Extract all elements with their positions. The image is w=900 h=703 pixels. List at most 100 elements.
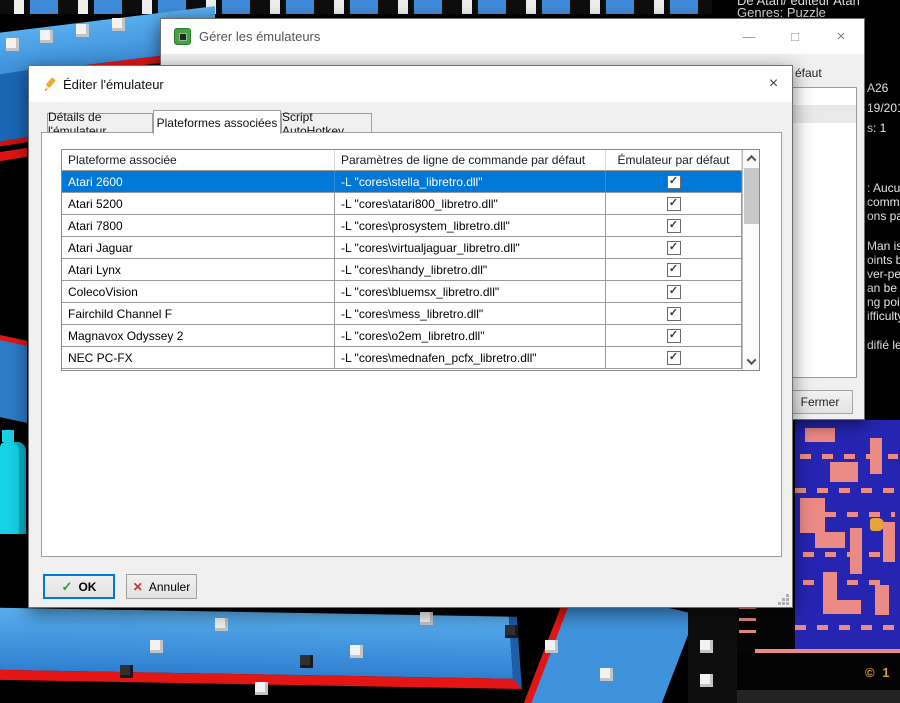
- ok-button[interactable]: ✓ OK: [43, 574, 115, 599]
- default-emulator-cell: ✓: [606, 281, 742, 302]
- column-header-command[interactable]: Paramètres de ligne de commande par défa…: [335, 150, 606, 171]
- info-fragment: ver-pell: [867, 267, 900, 281]
- cancel-button-label: Annuler: [148, 579, 191, 594]
- default-emulator-checkbox[interactable]: ✓: [666, 328, 681, 343]
- column-header-platform[interactable]: Plateforme associée: [62, 150, 335, 171]
- default-emulator-checkbox[interactable]: ✓: [666, 174, 681, 189]
- ghost-sprite: [2, 430, 14, 442]
- chip-icon: [174, 28, 191, 45]
- tab-plateformes-associees[interactable]: Plateformes associées: [153, 110, 281, 134]
- checkmark-icon: ✓: [668, 307, 679, 319]
- fermer-button[interactable]: Fermer: [787, 390, 853, 414]
- maximize-button[interactable]: □: [773, 19, 817, 54]
- info-fragment: an be e: [867, 281, 900, 295]
- maze-field: [795, 420, 900, 649]
- info-fragment: : Aucu: [867, 181, 900, 195]
- ok-button-label: OK: [78, 579, 97, 594]
- checkmark-icon: ✓: [668, 241, 679, 253]
- tab-details-emulateur[interactable]: Détails de l'émulateur: [47, 110, 153, 138]
- command-cell: -L "cores\prosystem_libretro.dll": [335, 215, 606, 236]
- pellet-cube: [76, 24, 89, 37]
- info-fragment: ons par: [867, 209, 900, 223]
- editor-dialog-titlebar[interactable]: Éditer l'émulateur ×: [29, 66, 792, 102]
- checkmark-icon: ✓: [668, 285, 679, 297]
- default-emulator-checkbox[interactable]: ✓: [666, 196, 681, 211]
- info-fragment: comm: [867, 195, 900, 209]
- platform-cell: Atari 5200: [62, 193, 335, 214]
- info-fragment: s: 1: [867, 121, 887, 135]
- info-fragment: A26: [867, 81, 889, 95]
- voxel-block: [688, 600, 740, 703]
- column-header-fragment: éfaut: [795, 66, 822, 80]
- manager-titlebar[interactable]: Gérer les émulateurs — □ ×: [161, 19, 864, 54]
- resize-grip[interactable]: [778, 594, 790, 606]
- info-fragment: difié le: [867, 338, 900, 352]
- platform-cell: Fairchild Channel F: [62, 303, 335, 324]
- pellet-cube: [255, 682, 268, 695]
- editor-dialog-title: Éditer l'émulateur: [63, 77, 164, 92]
- table-row[interactable]: NEC PC-FX -L "cores\mednafen_pcfx_libret…: [62, 347, 742, 369]
- info-fragment: 19/201: [867, 101, 900, 115]
- checkmark-icon: ✓: [668, 329, 679, 341]
- checkmark-icon: ✓: [668, 351, 679, 363]
- pellet-cube: [300, 655, 313, 668]
- cancel-button[interactable]: ✕ Annuler: [126, 574, 197, 599]
- minimize-button[interactable]: —: [727, 19, 771, 54]
- scroll-down-button[interactable]: [743, 353, 760, 370]
- tab-script-autohotkey[interactable]: Script AutoHotkey: [281, 110, 372, 138]
- pellet-cube: [215, 618, 228, 631]
- default-emulator-checkbox[interactable]: ✓: [666, 306, 681, 321]
- taskbar-strip: [737, 690, 900, 703]
- pellet-cube: [350, 645, 363, 658]
- voxel-block: [0, 69, 30, 147]
- table-row[interactable]: Atari Jaguar -L "cores\virtualjaguar_lib…: [62, 237, 742, 259]
- scrollbar-thumb[interactable]: [744, 168, 759, 224]
- copyright-text: © 1: [865, 665, 892, 680]
- manager-window-title: Gérer les émulateurs: [199, 29, 321, 44]
- voxel-checker-band: [0, 0, 712, 14]
- pellet-cube: [120, 665, 133, 678]
- default-emulator-checkbox[interactable]: ✓: [666, 218, 681, 233]
- checkmark-icon: ✓: [668, 175, 679, 187]
- command-cell: -L "cores\stella_libretro.dll": [335, 171, 606, 192]
- command-cell: -L "cores\atari800_libretro.dll": [335, 193, 606, 214]
- chevron-up-icon: [746, 154, 757, 165]
- table-row[interactable]: Magnavox Odyssey 2 -L "cores\o2em_libret…: [62, 325, 742, 347]
- table-row[interactable]: ColecoVision -L "cores\bluemsx_libretro.…: [62, 281, 742, 303]
- table-row[interactable]: Atari 2600 -L "cores\stella_libretro.dll…: [62, 171, 742, 193]
- table-scrollbar[interactable]: [742, 150, 759, 370]
- info-fragment: ifficulty: [867, 309, 900, 323]
- pellet-cube: [150, 640, 163, 653]
- pellet-cube: [112, 18, 125, 31]
- voxel-block: [0, 147, 27, 162]
- screen: De Atari/ éditeur Atari Genres: Puzzle A…: [0, 0, 900, 703]
- platforms-table: Plateforme associée Paramètres de ligne …: [61, 149, 760, 371]
- chevron-down-icon: [746, 355, 757, 366]
- info-fragment: Man is: [867, 239, 900, 253]
- info-fragment: ng poin: [867, 295, 900, 309]
- table-header-row: Plateforme associée Paramètres de ligne …: [62, 150, 742, 171]
- table-row[interactable]: Atari Lynx -L "cores\handy_libretro.dll"…: [62, 259, 742, 281]
- pellet-cube: [420, 612, 433, 625]
- table-row[interactable]: Atari 7800 -L "cores\prosystem_libretro.…: [62, 215, 742, 237]
- platform-cell: Atari 7800: [62, 215, 335, 236]
- scroll-up-button[interactable]: [743, 150, 760, 167]
- pellet-cube: [505, 625, 518, 638]
- close-button[interactable]: ×: [819, 19, 863, 54]
- default-emulator-checkbox[interactable]: ✓: [666, 350, 681, 365]
- editor-dialog: Éditer l'émulateur × Détails de l'émulat…: [28, 65, 793, 608]
- pellet-cube: [6, 38, 19, 51]
- default-emulator-checkbox[interactable]: ✓: [666, 240, 681, 255]
- default-emulator-cell: ✓: [606, 171, 742, 192]
- default-emulator-checkbox[interactable]: ✓: [666, 284, 681, 299]
- default-emulator-cell: ✓: [606, 303, 742, 324]
- table-row[interactable]: Atari 5200 -L "cores\atari800_libretro.d…: [62, 193, 742, 215]
- dialog-close-icon[interactable]: ×: [753, 66, 794, 102]
- table-row[interactable]: Fairchild Channel F -L "cores\mess_libre…: [62, 303, 742, 325]
- default-emulator-checkbox[interactable]: ✓: [666, 262, 681, 277]
- command-cell: -L "cores\mess_libretro.dll": [335, 303, 606, 324]
- x-icon: ✕: [132, 579, 143, 594]
- column-header-default[interactable]: Émulateur par défaut: [606, 150, 742, 171]
- command-cell: -L "cores\bluemsx_libretro.dll": [335, 281, 606, 302]
- pellet-cube: [545, 640, 558, 653]
